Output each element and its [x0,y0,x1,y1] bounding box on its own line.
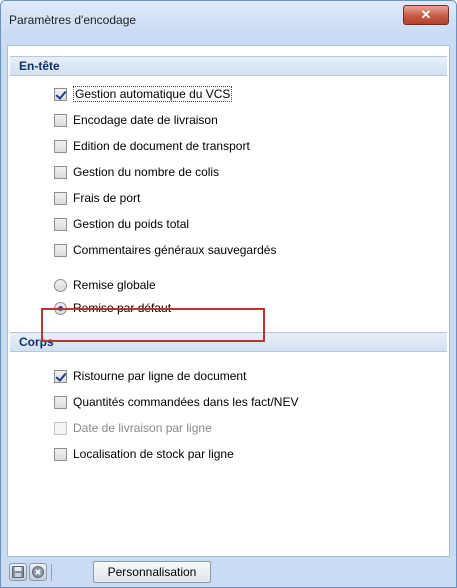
checkbox-date-ligne [54,421,67,435]
checkbox-label-commentaires: Commentaires généraux sauvegardés [73,243,277,257]
window-title: Paramètres d'encodage [9,13,137,27]
checkbox-colis[interactable] [54,165,67,179]
checkbox-row-date-ligne: Date de livraison par ligne [54,420,212,436]
checkbox-row-poids[interactable]: Gestion du poids total [54,216,189,232]
checkbox-label-vcs: Gestion automatique du VCS [73,86,233,102]
settings-dialog: Paramètres d'encodage ✕ En-tête Gestion … [0,0,457,588]
toolbar-separator [51,564,52,581]
checkbox-quantites[interactable] [54,395,67,409]
checkbox-ristourne[interactable] [54,369,67,383]
checkbox-row-commentaires[interactable]: Commentaires généraux sauvegardés [54,242,276,258]
title-bar[interactable]: Paramètres d'encodage ✕ [1,1,456,39]
save-icon[interactable] [9,563,27,581]
checkbox-label-frais-port: Frais de port [73,191,141,205]
radio-label-remise-defaut: Remise par défaut [73,301,172,315]
checkbox-row-ristourne[interactable]: Ristourne par ligne de document [54,368,246,384]
checkbox-label-localisation: Localisation de stock par ligne [73,447,234,461]
checkbox-label-date-ligne: Date de livraison par ligne [73,421,212,435]
radio-remise-globale[interactable] [54,278,67,292]
personnalisation-button[interactable]: Personnalisation [93,561,211,583]
section-header-entete: En-tête [10,56,447,76]
radio-remise-defaut[interactable] [54,301,67,315]
checkbox-row-colis[interactable]: Gestion du nombre de colis [54,164,219,180]
close-button[interactable]: ✕ [403,5,449,25]
checkbox-transport[interactable] [54,139,67,153]
checkbox-row-transport[interactable]: Edition de document de transport [54,138,250,154]
section-header-corps: Corps [10,332,447,352]
floppy-disk-icon [12,566,24,578]
checkbox-row-frais-port[interactable]: Frais de port [54,190,140,206]
checkbox-frais-port[interactable] [54,191,67,205]
checkbox-label-colis: Gestion du nombre de colis [73,165,220,179]
checkbox-label-poids: Gestion du poids total [73,217,190,231]
checkbox-poids[interactable] [54,217,67,231]
checkbox-row-quantites[interactable]: Quantités commandées dans les fact/NEV [54,394,298,410]
checkbox-commentaires[interactable] [54,243,67,257]
cancel-icon [32,566,44,578]
checkbox-label-quantites: Quantités commandées dans les fact/NEV [73,395,299,409]
settings-panel: En-tête Gestion automatique du VCS Encod… [7,45,450,557]
checkbox-row-date-livraison[interactable]: Encodage date de livraison [54,112,218,128]
radio-label-remise-globale: Remise globale [73,278,156,292]
bottom-toolbar: Personnalisation [7,559,450,587]
checkbox-label-date-livraison: Encodage date de livraison [73,113,218,127]
checkbox-localisation[interactable] [54,447,67,461]
checkbox-label-transport: Edition de document de transport [73,139,250,153]
checkbox-row-localisation[interactable]: Localisation de stock par ligne [54,446,234,462]
checkbox-vcs[interactable] [54,87,67,101]
radio-row-remise-defaut[interactable]: Remise par défaut [54,300,171,316]
close-circle-icon[interactable] [29,563,47,581]
checkbox-date-livraison[interactable] [54,113,67,127]
radio-row-remise-globale[interactable]: Remise globale [54,277,156,293]
checkbox-row-vcs[interactable]: Gestion automatique du VCS [54,86,233,102]
checkbox-label-ristourne: Ristourne par ligne de document [73,369,247,383]
